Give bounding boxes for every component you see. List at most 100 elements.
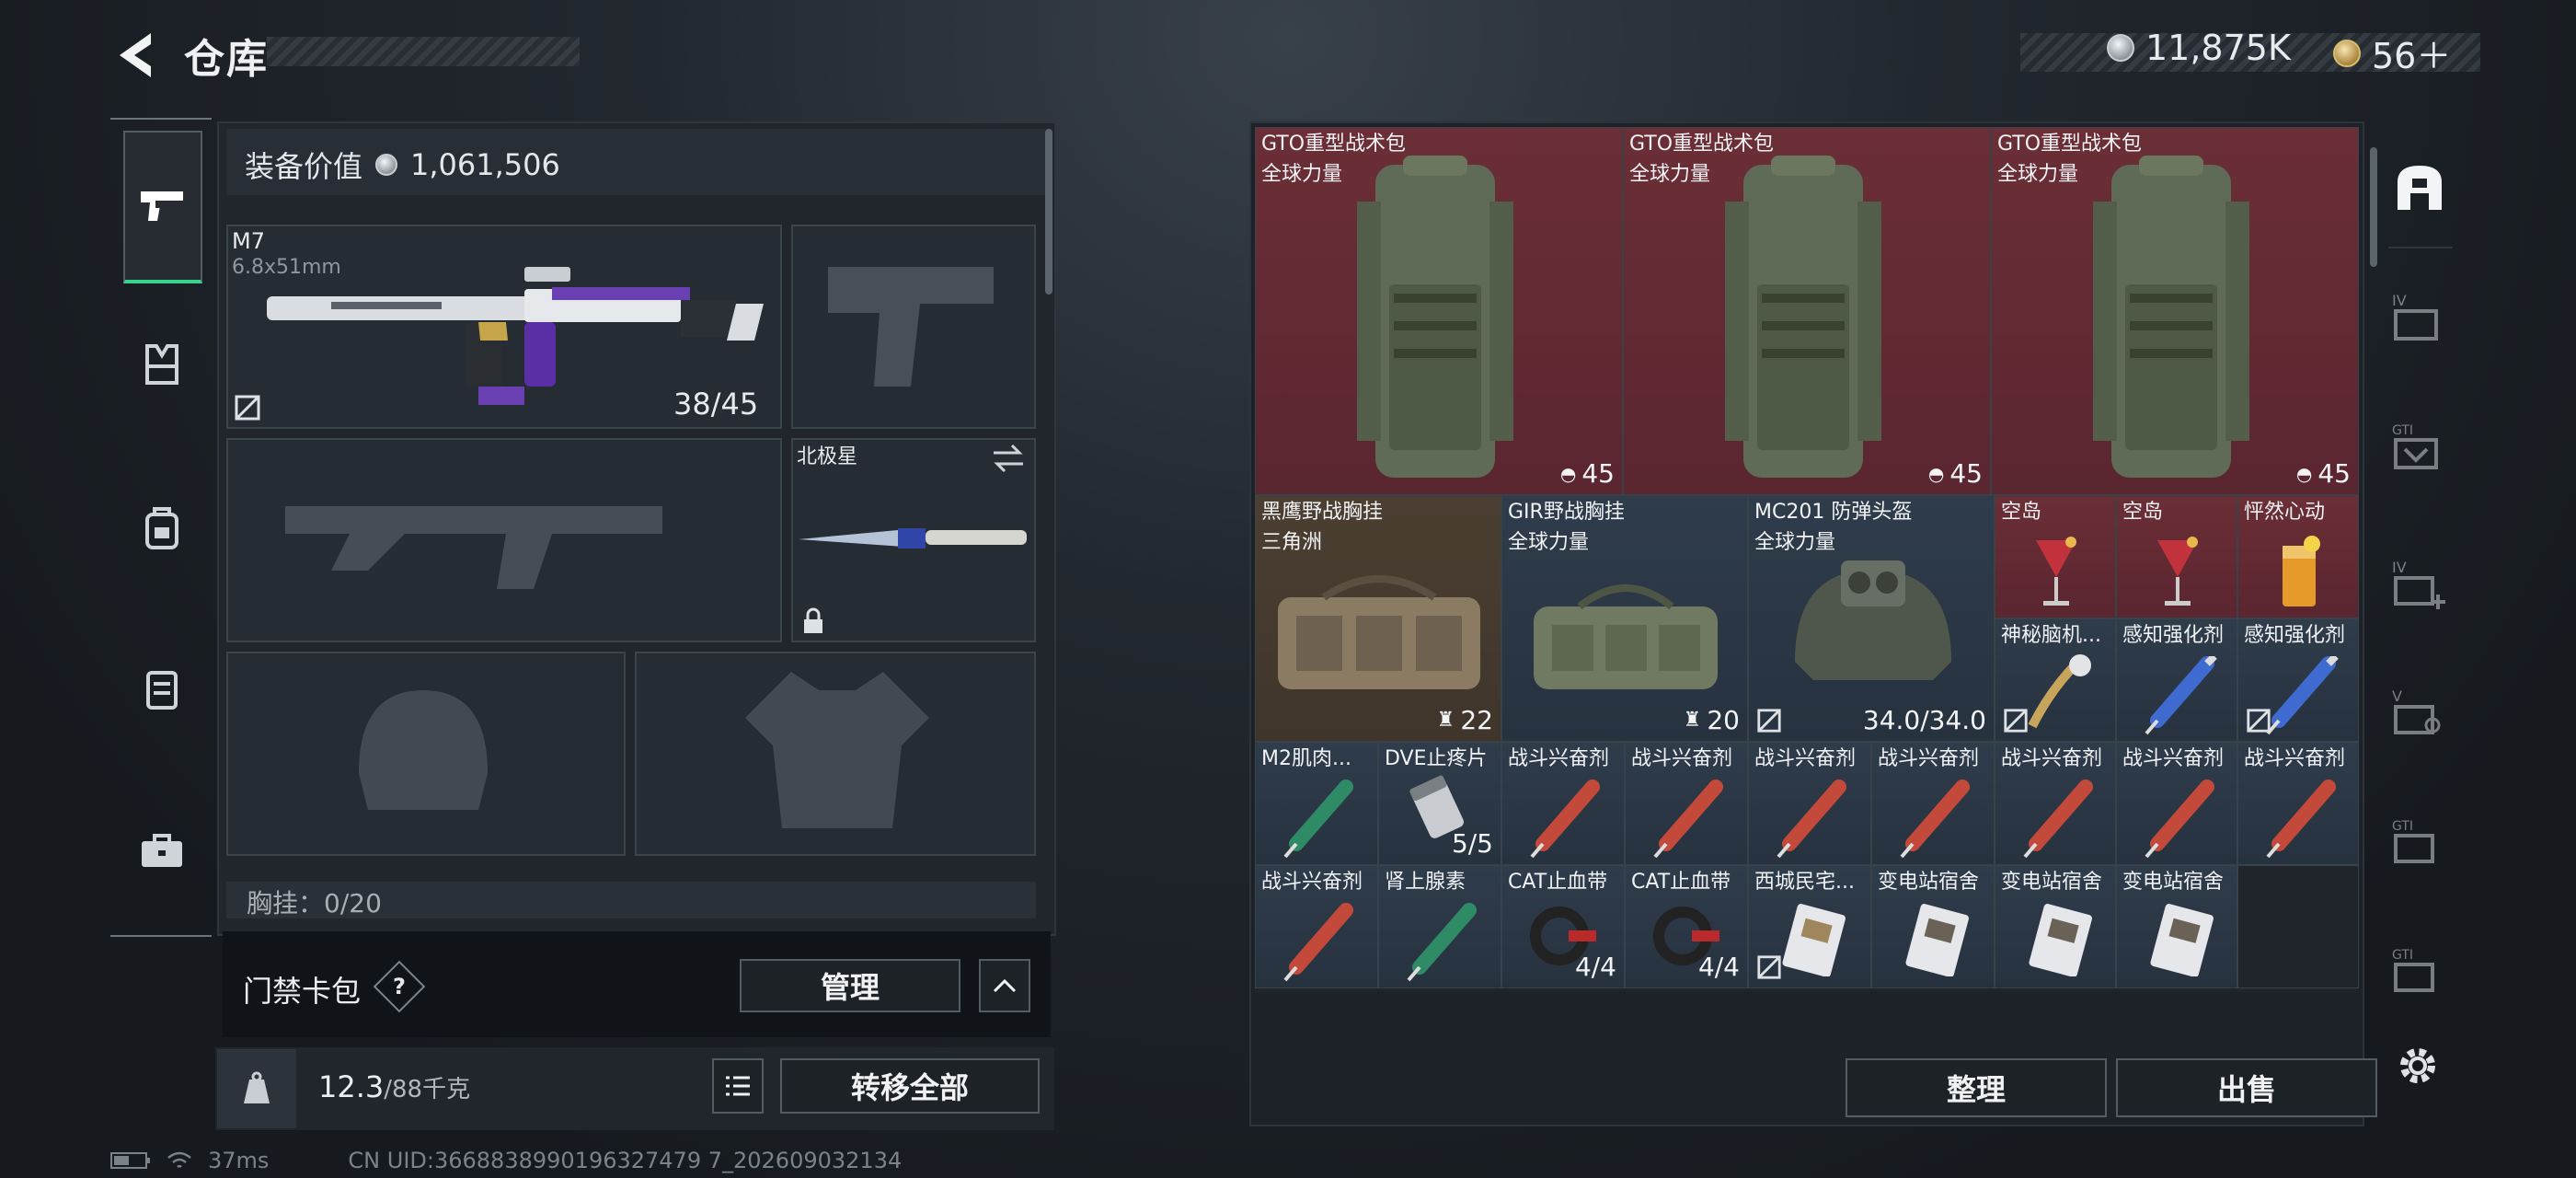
stash-tab-5[interactable]: V — [2385, 681, 2451, 747]
stash-item[interactable]: GIR野战胸挂 全球力量 ♜ 20 — [1501, 495, 1748, 742]
stash-item[interactable]: 战斗兴奋剂 — [1625, 742, 1748, 865]
helmet-ghost-icon — [359, 690, 488, 810]
backpack-image — [1725, 156, 1881, 478]
stash-tab-gti-2[interactable]: GTI — [2385, 810, 2451, 876]
injector-image — [2266, 780, 2336, 859]
no-insurance-icon — [2004, 709, 2028, 733]
stash-item[interactable]: CAT止血带 4/4 — [1501, 865, 1625, 988]
no-insurance-icon — [1757, 709, 1781, 733]
stash-item[interactable]: 战斗兴奋剂 — [1995, 742, 2116, 865]
stash-item[interactable]: CAT止血带 4/4 — [1625, 865, 1748, 988]
chest-rig-capacity: 胸挂：0/20 — [226, 882, 1036, 918]
stash-item[interactable]: GTO重型战术包 全球力量 ◓ 45 — [1623, 127, 1991, 495]
stash-item[interactable]: M2肌肉... — [1255, 742, 1378, 865]
stash-tab-gti[interactable]: GTI — [2385, 414, 2451, 480]
rig-icon: ♜ — [1683, 709, 1702, 732]
search-folder-icon: V — [2392, 687, 2441, 734]
weight-value: 12.3/88千克 — [318, 1069, 471, 1104]
injector-image — [2266, 656, 2339, 735]
collapse-button[interactable] — [979, 959, 1030, 1012]
drink-image — [2036, 537, 2076, 606]
knife-image — [799, 528, 1027, 549]
drink-image — [2157, 537, 2198, 606]
folder-icon: IV — [2392, 292, 2438, 341]
capacity-icon: ◓ — [1927, 462, 1945, 485]
manage-button[interactable]: 管理 — [740, 959, 960, 1012]
injector-image — [1283, 780, 1353, 859]
nav-divider — [110, 935, 212, 937]
svg-text:GTI: GTI — [2392, 819, 2413, 834]
stash-item[interactable]: 空岛 — [2116, 495, 2237, 618]
chest-rig-image — [1534, 584, 1718, 689]
sort-button[interactable]: 整理 — [1846, 1058, 2107, 1117]
weight-icon — [217, 1049, 296, 1128]
stash-item[interactable]: 战斗兴奋剂 — [2116, 742, 2237, 865]
empty-slot[interactable] — [2237, 865, 2359, 988]
sell-button[interactable]: 出售 — [2116, 1058, 2377, 1117]
stash-item[interactable]: 变电站宿舍 — [1871, 865, 1995, 988]
list-icon — [726, 1076, 750, 1096]
nav-backpack[interactable] — [121, 488, 202, 569]
wifi-icon — [167, 1151, 191, 1168]
add-folder-icon: IV — [2392, 559, 2445, 609]
stash-item[interactable]: 怦然心动 — [2237, 495, 2359, 618]
injector-image — [1900, 780, 1970, 859]
stash-item[interactable]: 战斗兴奋剂 — [1501, 742, 1625, 865]
injector-image — [1530, 780, 1600, 859]
stash-item[interactable]: 战斗兴奋剂 — [2237, 742, 2359, 865]
backpack-image — [2093, 156, 2249, 478]
keycard-image — [1782, 904, 1846, 976]
list-view-button[interactable] — [712, 1058, 764, 1114]
stash-item[interactable]: 战斗兴奋剂 — [1255, 865, 1378, 988]
stash-scrollbar[interactable] — [2370, 147, 2377, 267]
svg-text:IV: IV — [2392, 559, 2407, 576]
tab-divider — [2388, 247, 2453, 248]
back-arrow-icon[interactable] — [109, 28, 164, 83]
injector-image — [1653, 780, 1723, 859]
stash-item[interactable]: 空岛 — [1995, 495, 2116, 618]
battery-icon — [110, 1152, 150, 1169]
gear-icon — [2400, 1048, 2435, 1083]
gold-coin-icon — [2333, 39, 2361, 67]
stash-item[interactable]: 变电站宿舍 — [2116, 865, 2237, 988]
stash-item[interactable]: 黑鹰野战胸挂 三角洲 ♜ 22 — [1255, 495, 1501, 742]
nav-chest-rig[interactable] — [121, 324, 202, 405]
stash-item[interactable]: 感知强化剂 — [2237, 618, 2359, 742]
backpack-icon — [145, 507, 178, 549]
stash-all-tab[interactable] — [2386, 155, 2453, 221]
settings-button[interactable] — [2385, 1033, 2451, 1099]
stash-item[interactable]: 神秘脑机... — [1995, 618, 2116, 742]
chevron-up-icon — [993, 978, 1017, 993]
crate-icon: GTI — [2392, 423, 2438, 469]
stash-item[interactable]: GTO重型战术包 全球力量 ◓ 45 — [1255, 127, 1623, 495]
stash-item[interactable]: 西城民宅... — [1748, 865, 1871, 988]
nav-case[interactable] — [121, 810, 202, 891]
svg-text:GTI: GTI — [2392, 948, 2413, 963]
no-insurance-icon — [235, 395, 260, 421]
stash-item[interactable]: GTO重型战术包 全球力量 ◓ 45 — [1991, 127, 2359, 495]
nav-weapons[interactable] — [123, 131, 202, 283]
nav-divider — [110, 118, 212, 120]
stash-item[interactable]: 感知强化剂 — [2116, 618, 2237, 742]
stash-item[interactable]: DVE止疼片 5/5 — [1378, 742, 1501, 865]
stash-item[interactable]: 肾上腺素 — [1378, 865, 1501, 988]
stash-item[interactable]: 战斗兴奋剂 — [1748, 742, 1871, 865]
svg-text:GTI: GTI — [2392, 423, 2413, 438]
rifle-ghost-icon — [285, 506, 662, 589]
injector-image — [1777, 780, 1846, 859]
stash-item[interactable]: 战斗兴奋剂 — [1871, 742, 1995, 865]
ammo-count: 38/45 — [673, 387, 759, 422]
stash-tab-4[interactable]: IV — [2385, 285, 2451, 352]
capacity-icon: ◓ — [1559, 462, 1577, 485]
stash-tab-gti-3[interactable]: GTI — [2385, 939, 2451, 1005]
loadout-scrollbar[interactable] — [1045, 129, 1052, 294]
gold-currency[interactable]: 56＋ — [2333, 28, 2451, 78]
stash-item[interactable]: 变电站宿舍 — [1995, 865, 2116, 988]
swap-icon[interactable] — [990, 442, 1027, 475]
stash-tab-add[interactable]: IV — [2385, 552, 2451, 618]
helmet-image — [1795, 560, 1951, 680]
stash-item[interactable]: MC201 防弹头盔 全球力量 34.0/34.0 — [1748, 495, 1995, 742]
injector-image — [1283, 903, 1353, 982]
nav-pouch[interactable] — [121, 648, 202, 729]
transfer-all-button[interactable]: 转移全部 — [780, 1058, 1040, 1114]
